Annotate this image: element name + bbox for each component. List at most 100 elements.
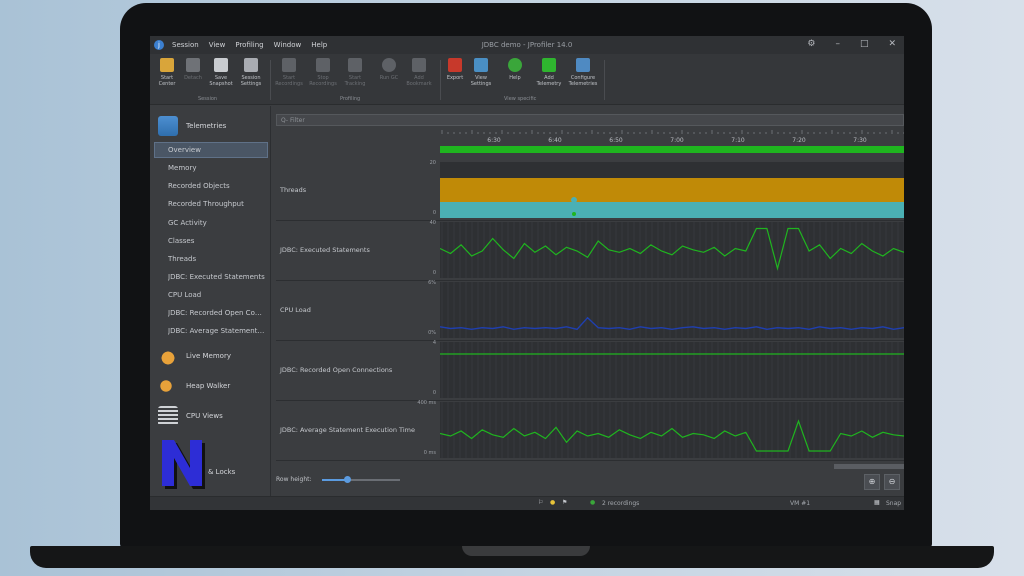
chart-row-cpu-load: CPU Load 6% 0% — [276, 280, 904, 341]
detach-icon — [186, 58, 200, 72]
row-label-threads: Threads — [280, 186, 307, 194]
nav-item-recorded-objects[interactable]: Recorded Objects — [168, 182, 266, 190]
add-bookmark-icon — [412, 58, 426, 72]
average-execution-time-plot — [440, 402, 904, 458]
threads-blip — [571, 197, 577, 203]
configure-telemetries-button[interactable]: Configure Telemetries — [568, 58, 598, 87]
start-center-icon — [160, 58, 174, 72]
threads-orange-band — [440, 178, 904, 202]
tick-labels: 6:30 6:40 6:50 7:00 7:10 7:20 7:30 — [487, 137, 867, 144]
nav-item-recorded-throughput[interactable]: Recorded Throughput — [168, 200, 266, 208]
nav-item-gc-activity[interactable]: GC Activity — [168, 219, 266, 227]
row-label-cpu-load: CPU Load — [280, 306, 311, 314]
add-bookmark-button[interactable]: Add Bookmark — [404, 58, 434, 87]
filter-input[interactable]: Q- Filter — [276, 114, 904, 126]
nav-item-jdbc-average-execution-time[interactable]: JDBC: Average Statement Execution Time — [168, 327, 266, 335]
time-tick-label: 6:40 — [548, 137, 562, 144]
run-gc-button[interactable]: Run GC — [374, 58, 404, 81]
y-min-exec-time: 0 ms — [423, 450, 436, 456]
nav-item-jdbc-open-connections[interactable]: JDBC: Recorded Open Connections — [168, 309, 266, 317]
session-settings-button[interactable]: Session Settings — [236, 58, 266, 87]
y-max-cpu: 6% — [428, 280, 436, 286]
save-icon — [214, 58, 228, 72]
y-min-executed: 0 — [432, 270, 436, 276]
stop-recordings-button[interactable]: Stop Recordings — [308, 58, 338, 87]
overview-timeline-bar — [440, 146, 904, 153]
maximize-icon[interactable]: □ — [860, 39, 869, 49]
time-tick-label: 7:20 — [792, 137, 806, 144]
start-recordings-button[interactable]: Start Recordings — [274, 58, 304, 87]
time-tick-label: 7:10 — [731, 137, 745, 144]
status-bar: ⚐ ● ⚑ ● 2 recordings VM #1 ▦ Snap — [150, 496, 904, 510]
save-snapshot-button[interactable]: Save Snapshot — [206, 58, 236, 87]
configure-telemetries-icon — [576, 58, 590, 72]
run-gc-icon — [382, 58, 396, 72]
time-tick-label: 6:50 — [609, 137, 623, 144]
plot-grid — [441, 342, 904, 398]
y-min-cpu: 0% — [428, 330, 436, 336]
nav-item-cpu-load[interactable]: CPU Load — [168, 291, 266, 299]
time-tick-label: 7:00 — [670, 137, 684, 144]
minimize-icon[interactable]: – — [835, 39, 840, 49]
telemetries-icon — [158, 116, 178, 136]
settings-icon[interactable]: ⚙ — [807, 39, 815, 49]
add-telemetry-button[interactable]: Add Telemetry — [534, 58, 564, 87]
nav-item-classes[interactable]: Classes — [168, 237, 266, 245]
row-height-label: Row height: — [276, 476, 312, 483]
live-memory-section[interactable]: Live Memory — [158, 346, 231, 366]
help-button[interactable]: Help — [500, 58, 530, 81]
y-max-connections: 4 — [432, 340, 436, 346]
average-execution-time-line — [440, 419, 904, 452]
status-filter-icon[interactable]: ⚐ — [538, 499, 543, 506]
window-controls: ⚙ – □ ✕ — [807, 39, 896, 49]
zoom-out-icon[interactable]: ⊖ — [884, 474, 900, 490]
laptop-notch — [462, 546, 590, 556]
detach-button[interactable]: Detach — [178, 58, 208, 81]
toolbar-separator — [604, 60, 605, 100]
nav-item-jdbc-executed-statements[interactable]: JDBC: Executed Statements — [168, 273, 266, 281]
open-connections-plot — [440, 342, 904, 398]
cpu-views-icon — [158, 406, 178, 426]
view-settings-button[interactable]: View Settings — [466, 58, 496, 87]
live-memory-icon — [158, 346, 178, 366]
threads-blip-green — [572, 212, 576, 216]
plot-grid — [441, 222, 904, 278]
snapshot-label: Snap — [886, 500, 902, 507]
nav-item-memory[interactable]: Memory — [168, 164, 266, 172]
threads-plot — [440, 162, 904, 218]
executed-statements-line — [440, 227, 904, 271]
y-max-exec-time: 400 ms — [417, 400, 436, 406]
nav-item-overview[interactable]: Overview — [168, 146, 266, 154]
status-bulb-icon[interactable]: ● — [550, 499, 555, 506]
telemetries-section[interactable]: Telemetries — [158, 116, 226, 136]
heap-walker-section[interactable]: Heap Walker — [158, 376, 230, 396]
zoom-in-icon[interactable]: ⊕ — [864, 474, 880, 490]
export-icon — [448, 58, 462, 72]
threads-locks-section[interactable]: & Locks — [208, 468, 235, 476]
cpu-views-section[interactable]: CPU Views — [158, 406, 223, 426]
tick-marks — [441, 130, 904, 134]
toolbar: Start Center Detach Save Snapshot Sessio… — [150, 54, 904, 105]
row-label-average-execution-time: JDBC: Average Statement Execution Time — [280, 426, 415, 434]
chart-row-open-connections: JDBC: Recorded Open Connections 4 0 — [276, 340, 904, 401]
y-min-threads: 0 — [432, 210, 436, 216]
n-logo-overlay — [162, 440, 205, 489]
close-icon[interactable]: ✕ — [888, 39, 896, 49]
title-bar: j Session View Profiling Window Help JDB… — [150, 36, 904, 54]
window-title: JDBC demo - JProfiler 14.0 — [481, 41, 573, 49]
time-axis: 6:30 6:40 6:50 7:00 7:10 7:20 7:30 — [440, 130, 904, 153]
row-label-open-connections: JDBC: Recorded Open Connections — [280, 366, 393, 374]
row-height-slider-knob[interactable] — [344, 476, 351, 483]
chart-row-executed-statements: JDBC: Executed Statements 40 0 — [276, 220, 904, 281]
y-max-threads: 20 — [429, 160, 436, 166]
heap-walker-icon — [158, 376, 178, 396]
horizontal-scrollbar[interactable] — [834, 464, 904, 469]
recordings-count: 2 recordings — [602, 500, 640, 507]
status-flag-icon[interactable]: ⚑ — [562, 499, 567, 506]
nav-item-threads[interactable]: Threads — [168, 255, 266, 263]
start-tracking-button[interactable]: Start Tracking — [340, 58, 370, 87]
y-max-executed: 40 — [429, 220, 436, 226]
threads-teal-band — [440, 202, 904, 218]
stop-recordings-icon — [316, 58, 330, 72]
chart-row-average-execution-time: JDBC: Average Statement Execution Time 4… — [276, 400, 904, 461]
